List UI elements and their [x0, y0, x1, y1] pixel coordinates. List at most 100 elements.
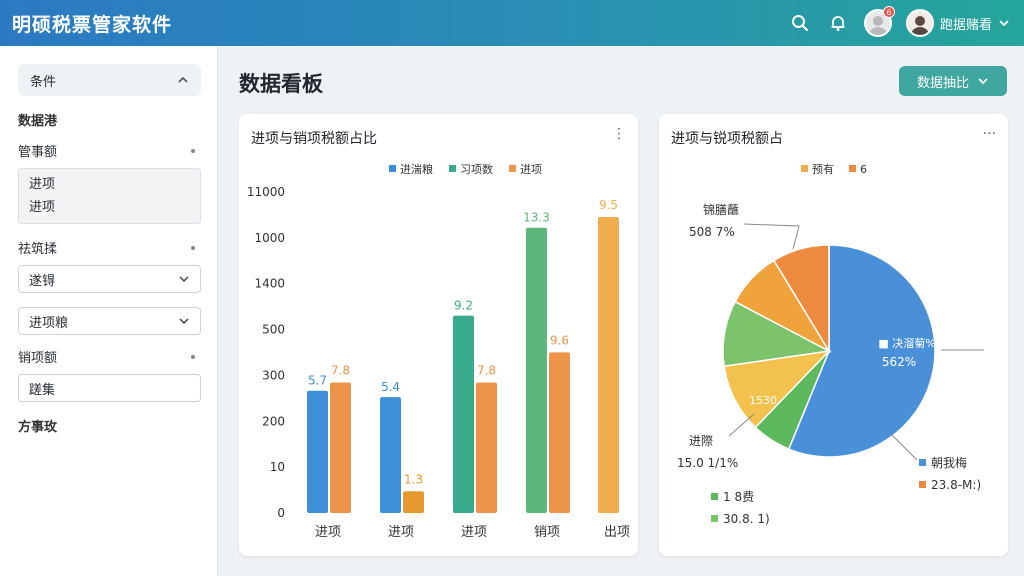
x-tick-label: 销项 — [534, 525, 560, 540]
bar-value-label: 5.4 — [381, 380, 400, 394]
group1-list: 进项 进项 — [18, 168, 201, 224]
bell-icon[interactable] — [826, 11, 850, 35]
group4-input-value: 蹉集 — [29, 382, 56, 398]
export-button[interactable]: 数据抽比 — [899, 66, 1007, 96]
x-tick-label: 进项 — [315, 525, 341, 540]
bar-value-label: 9.6 — [550, 333, 569, 347]
bar[interactable] — [380, 397, 401, 513]
user-menu[interactable]: 跑据赌看 — [905, 9, 1010, 37]
top-bar: 明硕税票管家软件 6 跑据赌看 — [0, 0, 1024, 46]
leader-line — [890, 433, 918, 461]
group2-row[interactable]: 祛筑揉 — [18, 238, 201, 257]
legend-swatch — [849, 165, 856, 172]
bar[interactable] — [453, 315, 474, 513]
legend-label: 习项数 — [460, 163, 493, 176]
x-tick-label: 进项 — [388, 525, 414, 540]
bar[interactable] — [598, 217, 619, 513]
legend-swatch — [919, 459, 926, 466]
bar-chart-card: 进项与销项税额占比 ⋮ 进湍粮 习项数 进项 0 10 200 300 500 1400 1000… — [239, 114, 638, 556]
y-tick-label: 0 — [277, 506, 285, 520]
legend-label: 1 8费 — [723, 490, 754, 504]
search-icon[interactable] — [788, 11, 812, 35]
bar[interactable] — [526, 227, 547, 514]
legend-swatch — [449, 165, 456, 172]
group2-select[interactable]: 遂锝 — [18, 265, 201, 293]
x-tick-label: 进项 — [461, 525, 487, 540]
page-title: 数据看板 — [239, 72, 323, 96]
chevron-down-icon — [179, 318, 189, 325]
leader-line — [743, 223, 800, 250]
legend-swatch — [711, 493, 718, 500]
bar-value-label: 7.8 — [477, 364, 496, 378]
username: 跑据赌看 — [939, 17, 992, 33]
bar[interactable] — [476, 382, 497, 513]
chevron-up-icon — [178, 76, 188, 83]
notification-badge: 6 — [882, 6, 895, 18]
pie-chart: 预有 6 ■ 决溜菊% 562% 1530 锦膳蘸 508 7% 进際 15.0 1/1% 朝我梅… — [677, 162, 984, 526]
y-tick-label: 1400 — [254, 277, 285, 291]
group1-label: 管事额 — [18, 145, 58, 160]
legend-swatch — [919, 481, 926, 488]
legend-label: 30.8. 1) — [723, 512, 770, 526]
y-tick-label: 10 — [270, 460, 285, 474]
bar-value-label: 13.3 — [523, 211, 550, 225]
dot-icon — [191, 245, 195, 250]
group2-select-value: 遂锝 — [29, 273, 56, 289]
pie-chart-card: 进项与锐项税额占 ··· 预有 6 ■ 决溜菊% 562% 1530 锦膳蘸 508 7% 进… — [659, 114, 1008, 556]
sidebar: 条件 数据港 管事额 进项 进项 祛筑揉 遂锝 进项粮 销项额 蹉集 方事玫 — [0, 46, 218, 576]
bar[interactable] — [403, 491, 424, 513]
group3-select-value: 进项粮 — [29, 315, 69, 331]
legend-label: 朝我梅 — [931, 455, 967, 470]
group3-select[interactable]: 进项粮 — [18, 307, 201, 335]
top-actions: 6 跑据赌看 — [788, 0, 1010, 46]
y-tick-label: 1000 — [254, 231, 285, 245]
slice-label: 1530 — [749, 394, 777, 407]
slice-value: 562% — [882, 355, 916, 369]
legend-label: 进项 — [520, 163, 542, 176]
bar-value-label: 7.8 — [331, 364, 350, 378]
export-label: 数据抽比 — [916, 75, 969, 91]
bar[interactable] — [330, 382, 351, 513]
legend-label: 进湍粮 — [400, 162, 433, 176]
dot-icon — [191, 354, 195, 359]
app-title: 明硕税票管家软件 — [12, 13, 173, 36]
dot-icon — [191, 148, 195, 153]
y-tick-label: 200 — [262, 414, 285, 428]
chevron-down-icon — [978, 78, 988, 85]
x-tick-label: 出项 — [604, 525, 630, 540]
bar-chart: 进湍粮 习项数 进项01020030050014001000110005.77.8进… — [247, 162, 630, 540]
group4-input[interactable]: 蹉集 — [18, 374, 201, 402]
group4-row[interactable]: 销项额 — [18, 347, 201, 366]
bar[interactable] — [307, 390, 328, 513]
group2-label: 祛筑揉 — [18, 242, 58, 257]
slice-label: ■ 决溜菊% — [878, 336, 935, 350]
bar[interactable] — [549, 352, 570, 513]
legend-swatch — [801, 165, 808, 172]
legend-swatch — [711, 515, 718, 522]
y-tick-label: 300 — [262, 368, 285, 382]
y-tick-label: 500 — [262, 323, 285, 337]
legend-label: 6 — [860, 163, 867, 176]
callout-value: 508 7% — [689, 225, 735, 239]
bar-value-label: 5.7 — [308, 374, 327, 388]
footer-label: 方事玫 — [18, 420, 58, 435]
bar-value-label: 1.3 — [404, 472, 423, 486]
user-avatar — [905, 9, 934, 37]
notification-avatar[interactable]: 6 — [863, 6, 895, 37]
legend-label: 23.8-M:) — [931, 478, 981, 492]
legend-swatch — [509, 165, 516, 172]
filter-title: 条件 — [30, 74, 57, 90]
list-item[interactable]: 进项 — [29, 173, 190, 196]
list-item[interactable]: 进项 — [29, 196, 190, 219]
legend-swatch — [389, 165, 396, 172]
callout-label: 进際 — [689, 434, 713, 448]
group1-row[interactable]: 管事额 — [18, 141, 201, 160]
leader-line — [728, 413, 755, 437]
group4-label: 销项额 — [18, 351, 58, 366]
filter-header[interactable]: 条件 — [18, 64, 201, 96]
callout-label: 锦膳蘸 — [703, 202, 739, 217]
chevron-down-icon — [179, 276, 189, 283]
legend-label: 预有 — [812, 162, 834, 176]
chevron-down-icon — [999, 20, 1009, 27]
bar-value-label: 9.5 — [599, 198, 618, 212]
